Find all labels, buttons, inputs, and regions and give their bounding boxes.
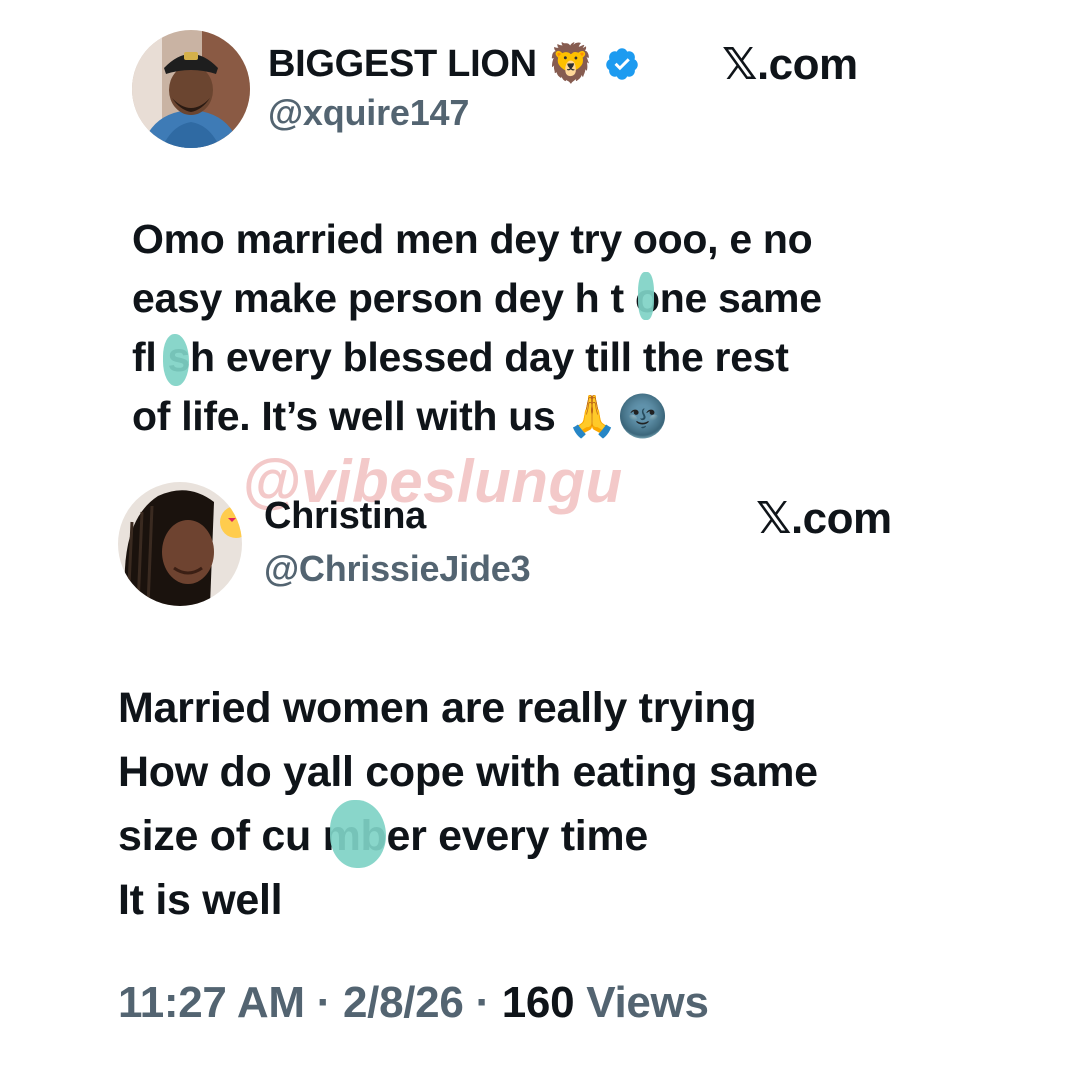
avatar-photo bbox=[118, 482, 242, 606]
avatar-photo bbox=[132, 30, 250, 148]
avatar[interactable] bbox=[118, 482, 242, 606]
source-brand: 𝕏.com bbox=[756, 494, 892, 544]
avatar[interactable] bbox=[132, 30, 250, 148]
display-name[interactable]: BIGGEST LION 🦁 bbox=[268, 42, 640, 88]
handle[interactable]: @ChrissieJide3 bbox=[264, 548, 531, 590]
tweet-line: fl sh every blessed day till the rest bbox=[132, 334, 789, 380]
verified-badge-icon[interactable] bbox=[604, 44, 640, 88]
censor-mark bbox=[163, 334, 189, 386]
tweet-line: size of cu mber every time bbox=[118, 812, 648, 860]
tweet-body: Married women are really trying How do y… bbox=[118, 676, 818, 932]
display-name-text: BIGGEST LION bbox=[268, 43, 537, 85]
tweet-date[interactable]: 2/8/26 bbox=[343, 978, 464, 1027]
x-logo-icon: 𝕏.com bbox=[722, 40, 858, 89]
tweet-line: How do yall cope with eating same bbox=[118, 748, 818, 796]
x-logo-icon: 𝕏.com bbox=[756, 494, 892, 543]
tweet-meta: 11:27 AM · 2/8/26 · 160 Views bbox=[118, 978, 709, 1028]
tweet-line: easy make person dey h t one same bbox=[132, 275, 822, 321]
censor-mark bbox=[638, 272, 654, 320]
meta-separator: · bbox=[475, 978, 490, 1027]
display-name[interactable]: Christina bbox=[264, 494, 426, 538]
censor-mark bbox=[330, 800, 386, 868]
meta-separator: · bbox=[316, 978, 332, 1027]
tweet-line: It is well bbox=[118, 876, 283, 924]
handle[interactable]: @xquire147 bbox=[268, 92, 469, 134]
views-count[interactable]: 160 bbox=[502, 978, 575, 1027]
views-label: Views bbox=[586, 978, 709, 1027]
tweet-line: of life. It’s well with us 🙏🌚 bbox=[132, 393, 669, 439]
tweet-time[interactable]: 11:27 AM bbox=[118, 978, 305, 1027]
tweet-body: Omo married men dey try ooo, e no easy m… bbox=[132, 210, 822, 446]
tweet-line: Omo married men dey try ooo, e no bbox=[132, 216, 813, 262]
lion-emoji: 🦁 bbox=[547, 43, 595, 85]
tweet-line: Married women are really trying bbox=[118, 684, 757, 732]
source-brand: 𝕏.com bbox=[722, 40, 858, 90]
